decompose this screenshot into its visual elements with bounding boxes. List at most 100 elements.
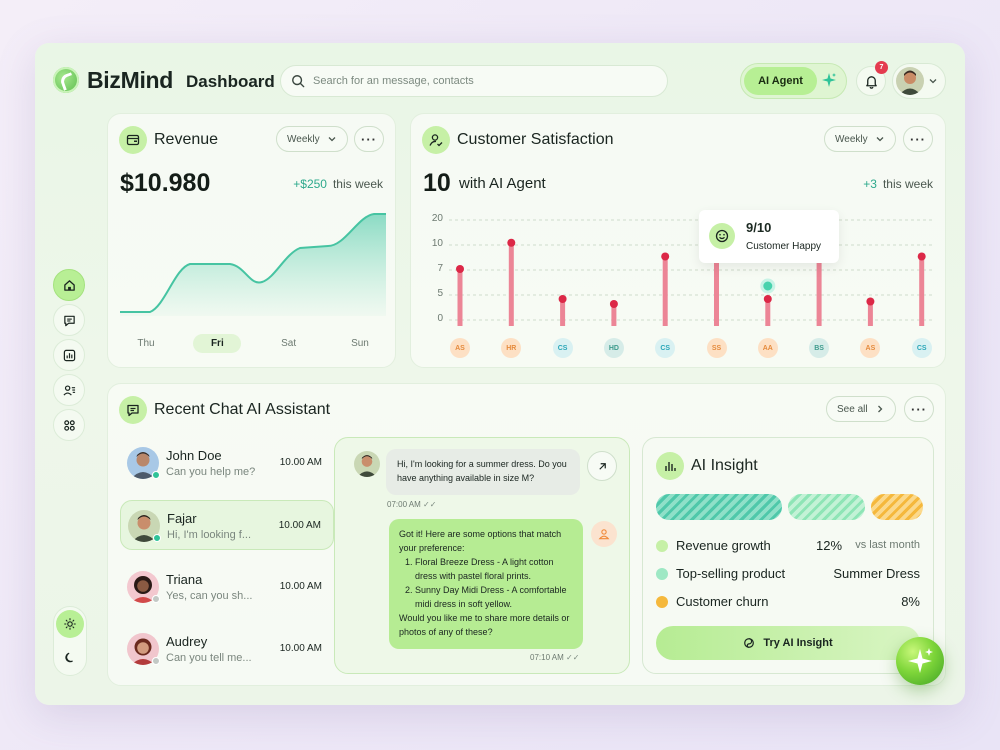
tooltip-label: Customer Happy <box>746 241 822 252</box>
day-fri[interactable]: Fri <box>193 334 242 353</box>
sidebar-item-analytics[interactable] <box>53 339 85 371</box>
ai-assistant-orb-button[interactable] <box>896 637 944 685</box>
x-tick-label: HD <box>603 338 624 358</box>
home-icon <box>63 279 75 291</box>
see-all-button[interactable]: See all <box>826 396 896 422</box>
chat-more-button[interactable]: ··· <box>904 396 934 422</box>
x-tick-label: CS <box>911 338 932 358</box>
contact-item-john[interactable]: John Doe Can you help me? 10.00 AM <box>120 438 334 488</box>
day-sat[interactable]: Sat <box>265 334 313 353</box>
contact-preview: Can you tell me... <box>166 652 252 664</box>
search-icon <box>292 75 305 88</box>
contact-time: 10.00 AM <box>279 581 322 592</box>
insight-bars <box>656 494 923 520</box>
insight-suffix: vs last month <box>855 539 920 551</box>
chart-bar[interactable] <box>816 252 822 326</box>
x-tick-label: AA <box>757 338 778 358</box>
reply-time: 07:10 AM <box>530 653 564 662</box>
chevron-down-icon <box>328 137 336 142</box>
contact-item-audrey[interactable]: Audrey Can you tell me... 10.00 AM <box>120 624 334 674</box>
more-dots-icon: ··· <box>911 401 927 417</box>
incoming-time: 07:00 AM <box>387 500 421 509</box>
chart-bar[interactable] <box>662 256 668 327</box>
contact-time: 10.00 AM <box>278 520 321 531</box>
dashboard-window: BizMind Dashboard AI Agent 7 <box>35 43 965 705</box>
reply-item: Floral Breeze Dress - A light cotton dre… <box>415 555 573 583</box>
contact-name: Fajar <box>167 511 197 526</box>
more-dots-icon: ··· <box>361 131 377 147</box>
customer-avatar <box>354 451 380 477</box>
search-bar[interactable] <box>280 65 668 97</box>
sidebar-item-home[interactable] <box>53 269 85 301</box>
revenue-title: Revenue <box>154 131 219 148</box>
revenue-period-label: Weekly <box>287 133 320 145</box>
legend-dot <box>656 596 668 608</box>
contact-item-triana[interactable]: Triana Yes, can you sh... 10.00 AM <box>120 562 334 612</box>
chart-bar-cap <box>456 265 464 273</box>
chart-bar[interactable] <box>919 256 925 327</box>
insight-value: 8% <box>901 594 920 609</box>
read-receipt-icon: ✓✓ <box>566 653 580 662</box>
online-status-dot <box>153 534 161 542</box>
dark-mode-button[interactable] <box>56 644 84 672</box>
chart-bar-cap <box>558 295 567 303</box>
insight-row-churn: Customer churn 8% <box>656 593 920 611</box>
try-ai-insight-label: Try AI Insight <box>763 637 833 649</box>
chart-bar-cap <box>507 238 516 247</box>
day-thu[interactable]: Thu <box>122 334 170 353</box>
read-receipt-icon: ✓✓ <box>423 500 437 509</box>
ai-agent-button[interactable]: AI Agent <box>744 67 817 95</box>
try-ai-insight-button[interactable]: Try AI Insight <box>656 626 920 660</box>
light-mode-button[interactable] <box>56 610 84 638</box>
highlight-point[interactable] <box>760 278 776 294</box>
reply-item: Sunny Day Midi Dress - A comfortable mid… <box>415 583 573 611</box>
logo-icon <box>53 67 79 93</box>
chat-title: Recent Chat AI Assistant <box>154 401 331 418</box>
contact-item-fajar[interactable]: Fajar Hi, I'm looking f... 10.00 AM <box>120 500 334 550</box>
sidebar-item-apps[interactable] <box>53 409 85 441</box>
theme-toggle <box>53 606 87 676</box>
sparkle-icon[interactable] <box>821 72 837 88</box>
churn-bar <box>871 494 923 520</box>
day-sun[interactable]: Sun <box>336 334 384 353</box>
revenue-delta: +$250 this week <box>293 177 383 191</box>
chat-bubble-icon <box>119 396 147 424</box>
x-tick-label: AS <box>450 338 470 358</box>
open-conversation-button[interactable] <box>587 451 617 481</box>
top-selling-bar <box>788 494 865 520</box>
revenue-period-dropdown[interactable]: Weekly <box>276 126 348 152</box>
sidebar-item-messages[interactable] <box>53 304 85 336</box>
legend-dot <box>656 568 668 580</box>
search-input[interactable] <box>313 75 653 87</box>
sun-icon <box>64 618 76 630</box>
insight-row-revenue: Revenue growth 12% vs last month <box>656 537 920 555</box>
contact-preview: Can you help me? <box>166 466 256 478</box>
chart-bar-cap <box>661 252 670 261</box>
customer-satisfaction-card: Customer Satisfaction Weekly ··· 10 with… <box>410 113 946 368</box>
reply-intro: Got it! Here are some options that match… <box>399 529 562 553</box>
online-status-dot <box>152 471 160 479</box>
chart-bar-cap <box>609 300 618 308</box>
insight-chart-icon <box>656 452 684 480</box>
notifications-button[interactable]: 7 <box>856 61 888 96</box>
chart-tooltip: 9/10 Customer Happy <box>699 210 839 263</box>
tooltip-value: 9/10 <box>746 220 772 235</box>
contact-name: Triana <box>166 572 203 587</box>
revenue-more-button[interactable]: ··· <box>354 126 384 152</box>
revenue-card: Revenue Weekly ··· $10.980 +$250 this wee… <box>107 113 396 368</box>
chart-bar-cap <box>917 252 926 261</box>
chart-bar-cap <box>866 297 875 306</box>
ai-reply-message: Got it! Here are some options that match… <box>389 519 583 649</box>
sidebar-item-contacts[interactable] <box>53 374 85 406</box>
profile-menu[interactable] <box>892 63 946 99</box>
wallet-icon <box>119 126 147 154</box>
chart-bar[interactable] <box>457 269 463 326</box>
chart-bar[interactable] <box>508 242 514 326</box>
ai-swirl-icon <box>744 638 755 648</box>
arrow-up-right-icon <box>598 462 606 470</box>
chart-bar[interactable] <box>714 252 719 326</box>
chart-bar[interactable] <box>560 299 566 326</box>
chart-bar[interactable] <box>765 299 771 326</box>
contact-preview: Hi, I'm looking f... <box>167 529 252 541</box>
insight-label: Top-selling product <box>676 566 786 581</box>
